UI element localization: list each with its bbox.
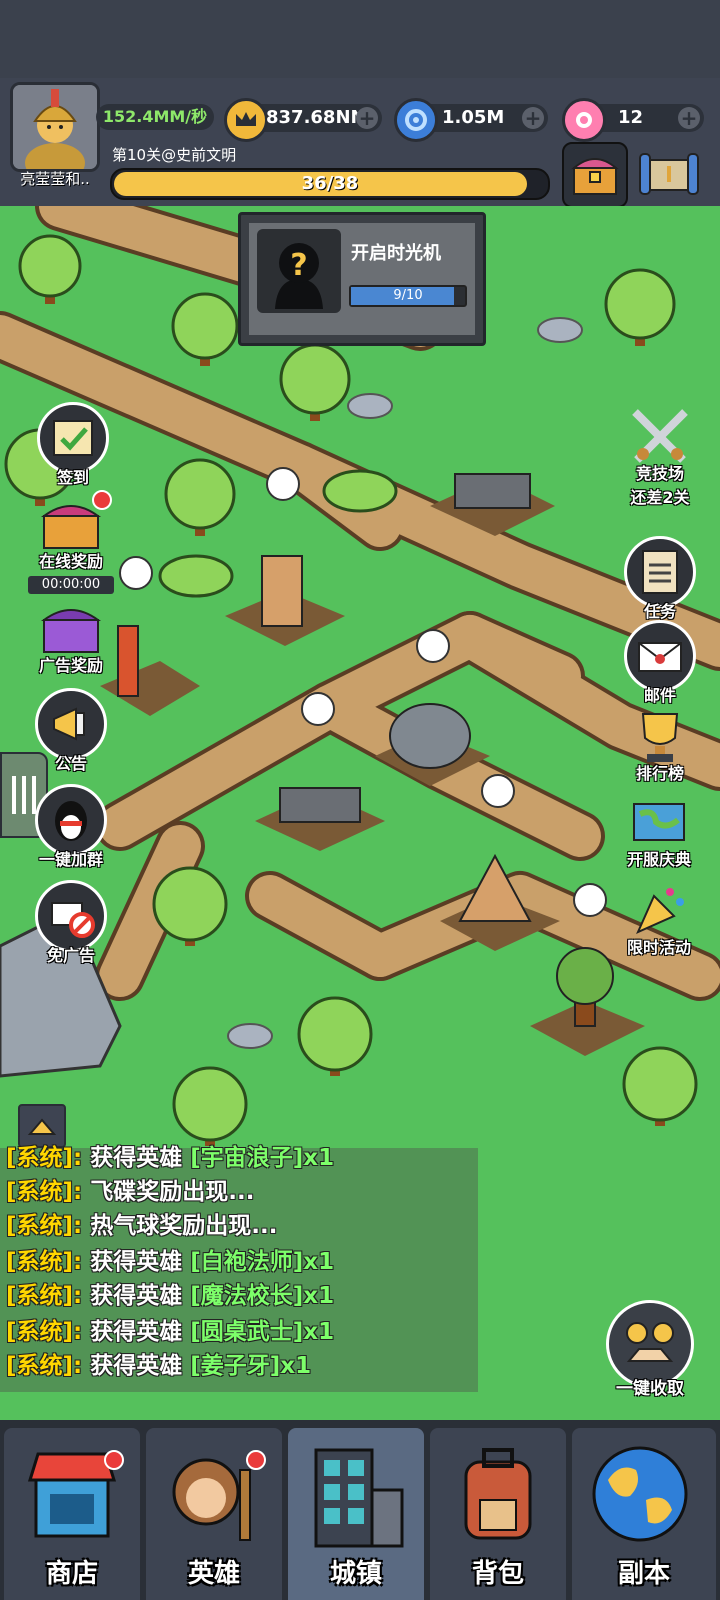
collect-all-button[interactable]: 一键收取 — [600, 1300, 700, 1399]
ad-reward-button[interactable]: 广告奖励 — [28, 596, 114, 676]
crown-coin-icon — [224, 98, 268, 142]
gold-counter: 837.68NN + — [224, 98, 382, 142]
online-reward-label: 在线奖励 — [38, 552, 103, 571]
tasks-label: 任务 — [643, 602, 676, 621]
tab-dungeon[interactable]: 副本 — [572, 1428, 716, 1600]
arena-button[interactable]: 竞技场 还差2关 — [610, 404, 710, 508]
player-avatar[interactable] — [10, 82, 100, 172]
gem-counter: 1.05M + — [394, 98, 548, 142]
level-progress-text: 36/38 — [301, 173, 359, 194]
swirl-gem-icon — [394, 98, 438, 142]
no-ads-button[interactable]: 免广告 — [28, 880, 114, 966]
chat-line: [系统]: 获得英雄 [姜子牙]x1 — [6, 1353, 312, 1379]
gem-value: 1.05M — [442, 107, 505, 128]
candy-icon — [562, 98, 606, 142]
add-gold-button[interactable]: + — [356, 107, 378, 129]
town-icon — [314, 1448, 404, 1548]
globe-icon — [592, 1446, 688, 1542]
avatar-portrait — [13, 85, 97, 169]
join-group-label: 一键加群 — [38, 850, 103, 869]
collect-all-label: 一键收取 — [616, 1379, 684, 1399]
chat-line: [系统]: 飞碟奖励出现... — [6, 1179, 255, 1205]
tab-town[interactable]: 城镇 — [288, 1428, 424, 1600]
quest-progress-text: 9/10 — [393, 288, 423, 303]
quest-title: 开启时光机 — [351, 243, 441, 264]
chat-line: [系统]: 获得英雄 [宇宙浪子]x1 — [6, 1145, 335, 1171]
tab-shop-label: 商店 — [45, 1559, 98, 1589]
add-candy-button[interactable]: + — [678, 107, 700, 129]
system-status-bar — [0, 0, 720, 78]
gold-value: 837.68NN — [266, 107, 366, 128]
question-mark-silhouette-icon: ? — [257, 229, 341, 313]
limited-event-label: 限时活动 — [626, 938, 691, 957]
join-group-button[interactable]: 一键加群 — [28, 784, 114, 870]
system-chat-log[interactable]: [系统]: 获得英雄 [宇宙浪子]x1 [系统]: 飞碟奖励出现... [系统]… — [0, 1145, 478, 1392]
tab-shop[interactable]: 商店 — [4, 1428, 140, 1600]
chat-line: [系统]: 获得英雄 [白袍法师]x1 — [6, 1249, 335, 1275]
add-gems-button[interactable]: + — [522, 107, 544, 129]
mail-button[interactable]: 邮件 — [610, 620, 710, 706]
chat-line: [系统]: 获得英雄 [魔法校长]x1 — [6, 1283, 335, 1309]
candy-value: 12 — [618, 107, 644, 128]
tab-heroes[interactable]: 英雄 — [146, 1428, 282, 1600]
candy-counter: 12 + — [562, 98, 704, 142]
ranking-button[interactable]: 排行榜 — [610, 704, 710, 784]
bottom-navigation: 商店 英雄 城镇 背包 副本 — [0, 1420, 720, 1600]
notification-dot — [92, 490, 112, 510]
backpack-icon — [464, 1448, 532, 1540]
quest-panel: ? 开启时光机 9/10 — [249, 223, 475, 335]
checkin-button[interactable]: 签到 — [30, 402, 116, 488]
income-rate: 152.4MM/秒 — [96, 104, 214, 130]
limited-event-button[interactable]: 限时活动 — [604, 878, 714, 958]
no-ads-label: 免广告 — [46, 946, 95, 965]
tab-heroes-label: 英雄 — [187, 1559, 240, 1589]
tab-dungeon-label: 副本 — [617, 1559, 670, 1589]
chat-line: [系统]: 获得英雄 [圆桌武士]x1 — [6, 1319, 335, 1345]
tasks-button[interactable]: 任务 — [610, 536, 710, 622]
scroll-icon — [639, 153, 699, 195]
tab-backpack[interactable]: 背包 — [430, 1428, 566, 1600]
quest-progress-bar: 9/10 — [349, 285, 467, 307]
mail-label: 邮件 — [643, 686, 676, 705]
ad-reward-label: 广告奖励 — [38, 656, 103, 675]
arena-sub-label: 还差2关 — [630, 488, 690, 507]
quest-popup[interactable]: ? 开启时光机 9/10 — [238, 212, 486, 346]
online-reward-timer: 00:00:00 — [28, 576, 114, 594]
celebration-button[interactable]: 开服庆典 — [604, 790, 714, 870]
online-reward-button[interactable]: 在线奖励 — [28, 490, 114, 572]
checkin-label: 签到 — [56, 468, 89, 487]
level-progress-bar: 36/38 — [110, 168, 550, 200]
tab-backpack-label: 背包 — [471, 1559, 524, 1589]
player-name: 亮莹莹和.. — [20, 170, 90, 188]
chest-icon — [571, 158, 619, 195]
ranking-label: 排行榜 — [635, 764, 684, 783]
svg-text:?: ? — [290, 248, 307, 283]
chat-line: [系统]: 热气球奖励出现... — [6, 1213, 278, 1239]
celebration-label: 开服庆典 — [626, 850, 691, 869]
level-label: 第10关@史前文明 — [112, 146, 237, 164]
tab-town-label: 城镇 — [329, 1559, 382, 1589]
treasure-chest-button[interactable] — [562, 142, 628, 208]
notification-dot — [246, 1450, 266, 1470]
map-scroll-button[interactable] — [636, 146, 702, 202]
notification-dot — [104, 1450, 124, 1470]
arena-label: 竞技场 — [635, 464, 684, 483]
